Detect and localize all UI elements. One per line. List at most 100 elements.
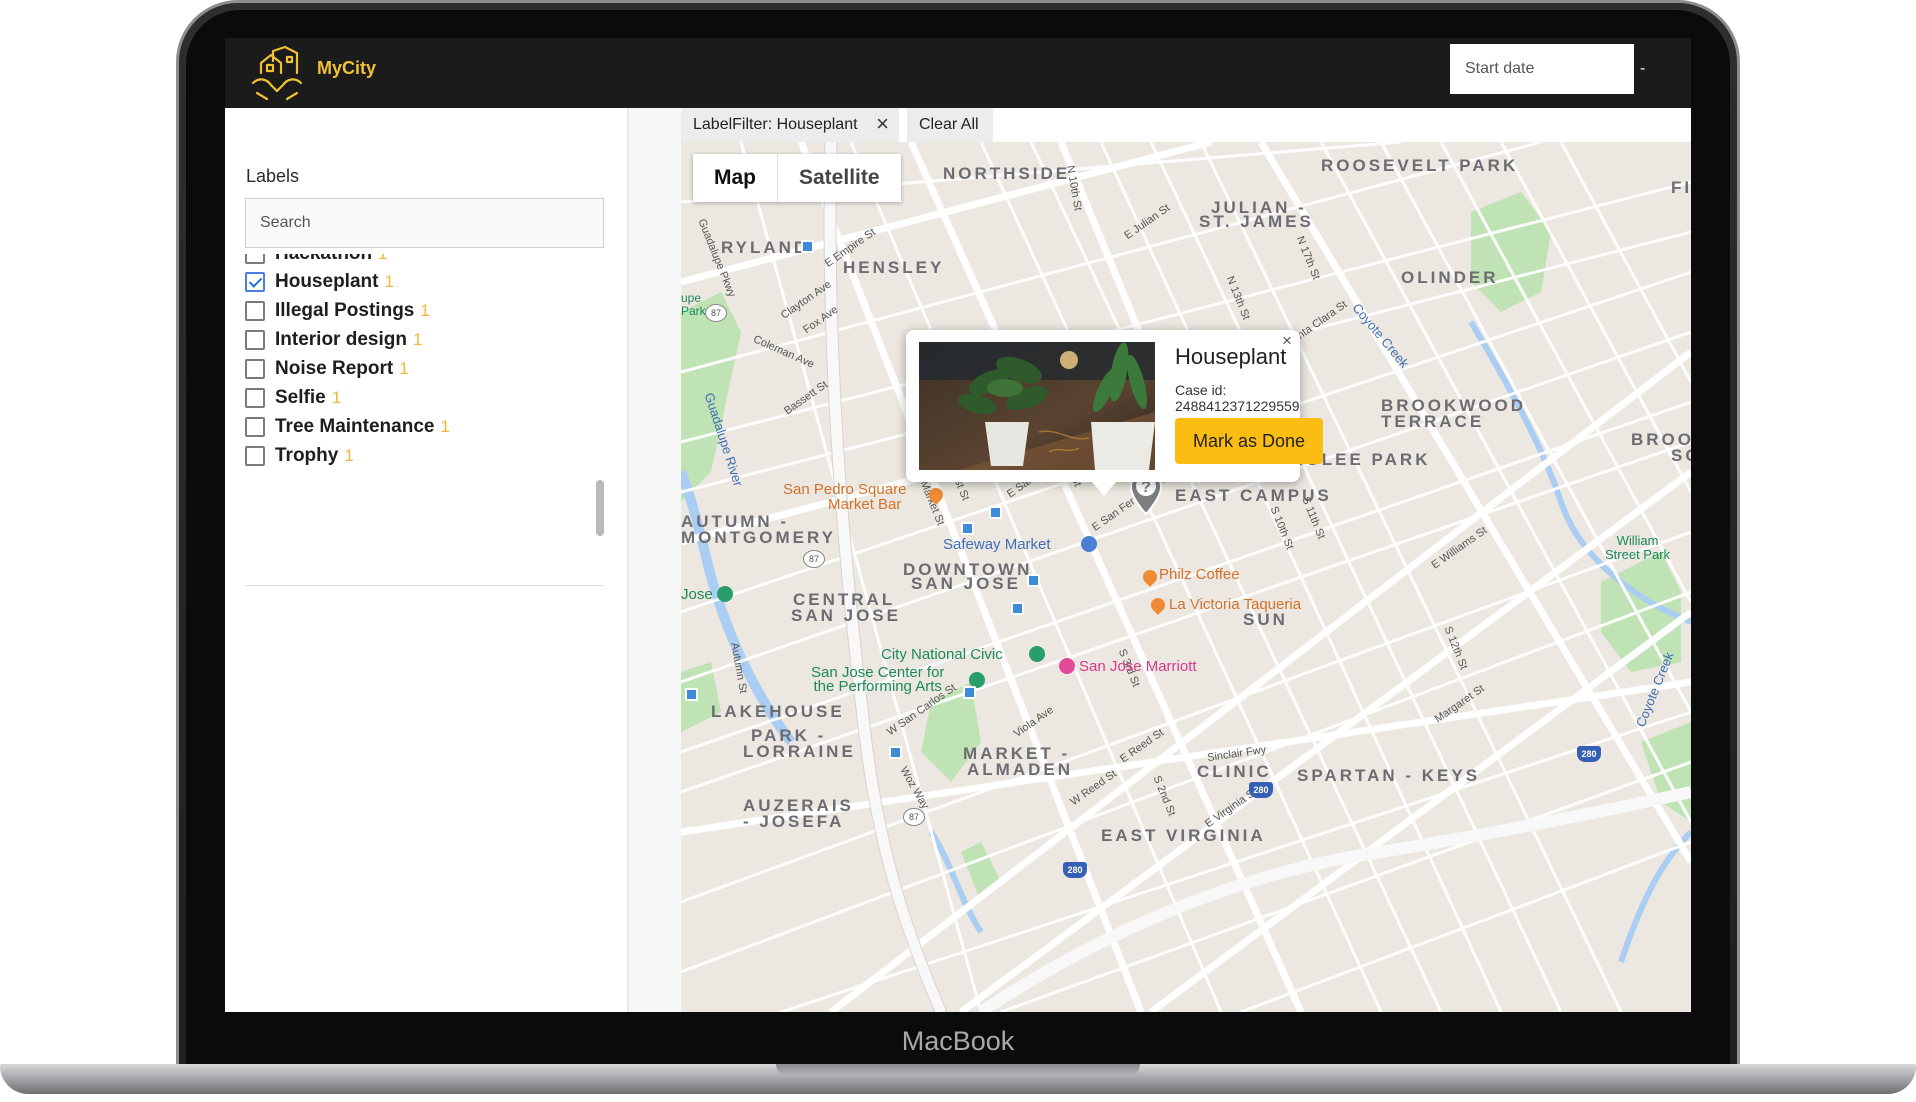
checkbox[interactable]	[245, 446, 265, 466]
start-date-input[interactable]	[1450, 44, 1634, 94]
checkbox[interactable]	[245, 330, 265, 350]
park-pin-icon[interactable]	[717, 586, 733, 602]
place-label: the Performing Arts	[813, 678, 942, 695]
highway-280-shield: 280	[1063, 862, 1087, 878]
place-label: San Pedro Square	[783, 481, 907, 498]
map-type-map-button[interactable]: Map	[693, 154, 777, 202]
label-count: 1	[331, 388, 342, 407]
labels-heading: Labels	[246, 166, 300, 186]
label-item-interior-design[interactable]: Interior design 1	[245, 326, 422, 354]
map-area-label: ROOSEVELT PARK	[1321, 156, 1519, 175]
map-area-label: FI	[1671, 178, 1691, 197]
case-title: Houseplant	[1175, 344, 1287, 369]
city-logo-icon[interactable]	[247, 43, 307, 103]
filter-chip-houseplant: LabelFilter: Houseplant ×	[681, 108, 899, 142]
active-filters: LabelFilter: Houseplant × Clear All	[681, 108, 1691, 142]
houseplant-photo-image	[919, 342, 1155, 470]
date-range-separator: -	[1640, 60, 1646, 77]
label-list[interactable]: Hackathon 1 Houseplant 1 Illegal Posting…	[245, 254, 595, 520]
map-area-label: LORRAINE	[743, 742, 856, 761]
map-area-label: HENSLEY	[843, 258, 945, 277]
transit-icon[interactable]	[1011, 602, 1024, 615]
map-area-label: SAN JOSE	[911, 574, 1021, 593]
map-area-label: CLINIC	[1197, 762, 1272, 781]
device-brand-label: MacBook	[901, 1026, 1015, 1056]
map-area-label: EAST VIRGINIA	[1101, 826, 1266, 845]
transit-icon[interactable]	[801, 240, 814, 253]
label-search-input[interactable]	[245, 198, 604, 248]
map-place-label: upe Park	[681, 291, 706, 318]
label-count: 1	[440, 417, 450, 436]
label-name: Noise Report	[275, 358, 394, 379]
label-item-tree-maintenance[interactable]: Tree Maintenance 1	[245, 413, 450, 441]
checkbox[interactable]	[245, 254, 265, 264]
transit-icon[interactable]	[963, 686, 976, 699]
place-label: Street Park	[1605, 547, 1671, 562]
shopping-pin-icon[interactable]	[1081, 536, 1097, 552]
label-count: 1	[420, 301, 430, 320]
case-photo	[919, 342, 1155, 470]
app-name[interactable]: MyCity	[317, 58, 376, 79]
mark-as-done-button[interactable]: Mark as Done	[1175, 418, 1323, 464]
label-item-illegal-postings[interactable]: Illegal Postings 1	[245, 297, 430, 325]
map-view[interactable]: NORTHSIDE ROOSEVELT PARK JULIAN - ST. JA…	[681, 142, 1691, 1012]
map-area-label: OLINDER	[1401, 268, 1499, 287]
map-area-label: RYLAND	[721, 238, 810, 257]
close-icon[interactable]: ×	[1276, 330, 1298, 352]
checkbox-checked[interactable]	[245, 272, 265, 292]
checkbox[interactable]	[245, 417, 265, 437]
map-area-label: - JOSEFA	[743, 812, 845, 831]
hotel-pin-icon[interactable]	[1059, 658, 1075, 674]
transit-icon[interactable]	[889, 746, 902, 759]
map-type-control: Map Satellite	[693, 154, 901, 202]
label-item-noise-report[interactable]: Noise Report 1	[245, 355, 409, 383]
map-area-label: SAN JOSE	[791, 606, 901, 625]
place-safeway[interactable]: Safeway Market	[943, 536, 1051, 553]
label-item-trophy[interactable]: Trophy 1	[245, 442, 354, 470]
highway-87-shield: 87	[803, 550, 825, 568]
label-name: Hackathon	[275, 254, 372, 265]
label-name: Illegal Postings	[275, 300, 415, 321]
transit-icon[interactable]	[685, 688, 698, 701]
map-area-label: ST. JAMES	[1199, 212, 1314, 231]
label-name: Interior design	[275, 329, 407, 350]
label-name: Houseplant	[275, 271, 379, 292]
content-gutter	[629, 108, 681, 1012]
checkbox[interactable]	[245, 301, 265, 321]
place-philz[interactable]: Philz Coffee	[1159, 566, 1240, 583]
place-marriott[interactable]: San Jose Marriott	[1079, 658, 1197, 675]
place-label: William	[1616, 533, 1659, 548]
highway-280-shield: 280	[1577, 746, 1601, 762]
label-name: Tree Maintenance	[275, 416, 435, 437]
label-name: Trophy	[275, 445, 339, 466]
transit-icon[interactable]	[961, 522, 974, 535]
checkbox[interactable]	[245, 359, 265, 379]
clear-all-button[interactable]: Clear All	[907, 108, 993, 142]
place-william-park[interactable]: William Street Park	[1605, 534, 1670, 562]
transit-icon[interactable]	[1027, 574, 1040, 587]
place-city-national[interactable]: City National Civic	[881, 646, 1003, 663]
highway-87-shield: 87	[705, 304, 727, 322]
label-count: 1	[399, 359, 409, 378]
label-item-houseplant[interactable]: Houseplant 1	[245, 268, 394, 296]
map-area-label: NORTHSIDE	[943, 164, 1071, 183]
label-item-selfie[interactable]: Selfie 1	[245, 384, 341, 412]
highway-280-shield: 280	[1249, 782, 1273, 798]
place-san-pedro-square[interactable]: San Pedro Square Market Bar	[783, 482, 906, 512]
transit-icon[interactable]	[989, 506, 1002, 519]
label-count: 1	[378, 254, 387, 264]
case-id: Case id: 2488412371229559	[1175, 382, 1300, 414]
map-area-label: LAKEHOUSE	[711, 702, 845, 721]
label-count: 1	[344, 446, 354, 465]
checkbox[interactable]	[245, 388, 265, 408]
place-la-victoria[interactable]: La Victoria Taqueria	[1169, 596, 1301, 613]
filter-chip-label: LabelFilter: Houseplant	[693, 116, 858, 133]
place-sj-center[interactable]: San Jose Center for the Performing Arts	[811, 665, 944, 695]
label-list-scrollbar[interactable]	[596, 480, 604, 536]
label-item-hackathon[interactable]: Hackathon 1	[245, 254, 388, 268]
map-area-label: SUN	[1243, 610, 1288, 629]
map-area-label: SPARTAN - KEYS	[1297, 766, 1481, 785]
map-type-satellite-button[interactable]: Satellite	[777, 154, 901, 202]
venue-pin-icon[interactable]	[1029, 646, 1045, 662]
remove-filter-icon[interactable]: ×	[876, 113, 889, 135]
